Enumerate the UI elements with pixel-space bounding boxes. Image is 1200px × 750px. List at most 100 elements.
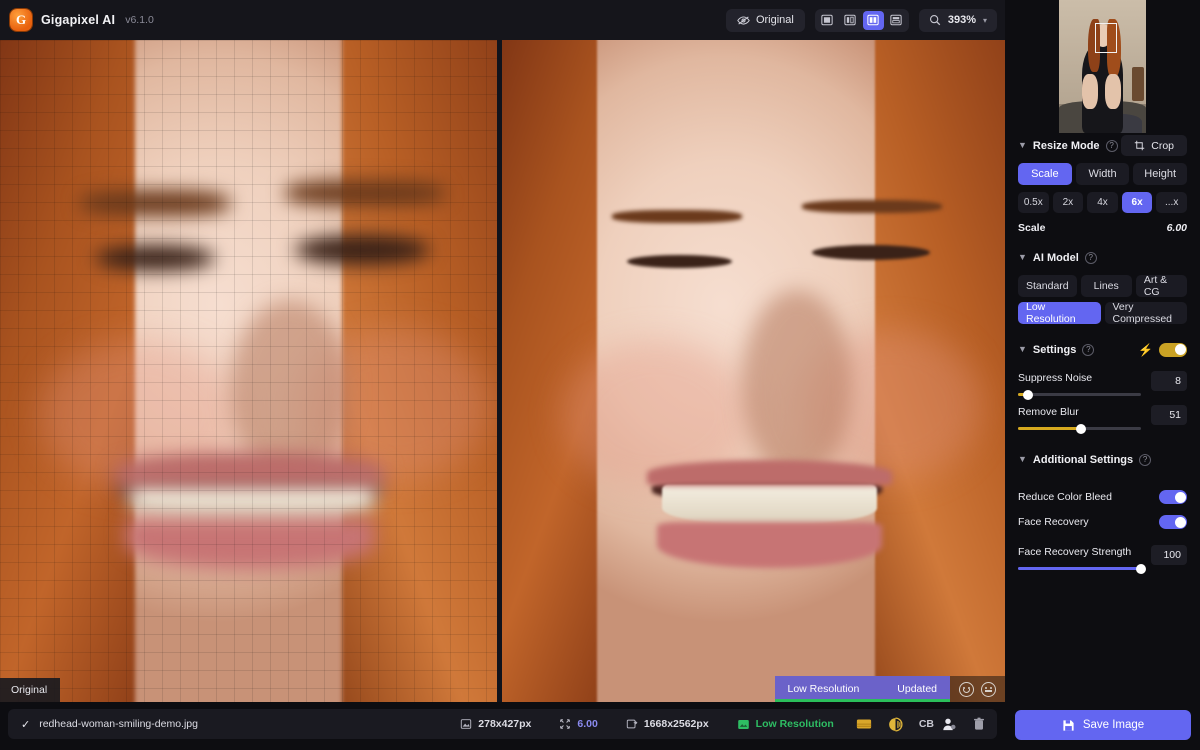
help-icon[interactable]: ? (1084, 251, 1097, 264)
chevron-down-icon[interactable]: ▼ (1018, 345, 1027, 354)
color-swatch-icon[interactable] (848, 717, 880, 731)
view-mode-split-vertical[interactable] (840, 11, 861, 30)
image-thumbnail (1059, 0, 1146, 133)
smiley-face-icon[interactable] (959, 681, 974, 697)
model-low-resolution[interactable]: Low Resolution (1018, 301, 1101, 325)
view-mode-split-horizontal[interactable] (886, 11, 907, 30)
model-item: Low Resolution (723, 718, 848, 731)
ai-model-header: ▼ AI Model ? (1018, 245, 1187, 270)
zoom-control[interactable]: 393% ▾ (918, 8, 997, 32)
settings-header: ▼ Settings ? ⚡ (1018, 337, 1187, 362)
face-recovery-toggle[interactable] (1159, 515, 1187, 529)
suppress-noise-slider[interactable] (1018, 389, 1141, 400)
scale-preset-6x[interactable]: 6x (1121, 192, 1153, 213)
remove-blur-slider[interactable] (1018, 423, 1141, 434)
split-horizontal-icon (890, 14, 903, 26)
source-size-label: 278x427px (478, 718, 532, 730)
check-icon: ✓ (21, 718, 31, 731)
model-standard[interactable]: Standard (1018, 275, 1077, 297)
crop-button[interactable]: Crop (1121, 135, 1187, 156)
toolbar-controls: Original 393% ▾ (725, 0, 997, 40)
contrast-split-icon[interactable] (880, 716, 911, 732)
save-image-button[interactable]: Save Image (1015, 710, 1191, 740)
original-toggle-button[interactable]: Original (725, 8, 805, 32)
model-lines[interactable]: Lines (1080, 275, 1132, 297)
resize-mode-section: ▼ Resize Mode ? Crop Scale Width Height (1005, 133, 1200, 234)
model-chip-icon (737, 719, 749, 729)
original-face-image (0, 40, 497, 702)
resize-mode-title: Resize Mode (1032, 139, 1100, 152)
single-pane-icon (821, 14, 834, 26)
remove-blur-label: Remove Blur (1018, 406, 1079, 418)
remove-blur-value[interactable]: 51 (1151, 405, 1187, 425)
save-disk-icon (1063, 719, 1074, 731)
auto-settings-toggle[interactable] (1159, 342, 1187, 357)
image-comparison-viewport[interactable]: Original Low Resolution Updated (0, 40, 1005, 702)
reduce-color-bleed-toggle[interactable] (1159, 490, 1187, 504)
suppress-noise-value[interactable]: 8 (1151, 371, 1187, 391)
tab-height[interactable]: Height (1133, 163, 1188, 185)
settings-sidebar: ▼ Resize Mode ? Crop Scale Width Height (1005, 0, 1200, 750)
tab-scale[interactable]: Scale (1018, 163, 1072, 185)
reduce-color-bleed-label: Reduce Color Bleed (1018, 491, 1112, 503)
model-name-label: Low Resolution (755, 718, 834, 730)
remove-blur-control: Remove Blur 51 (1018, 405, 1187, 434)
scale-preset-4x[interactable]: 4x (1087, 192, 1118, 213)
image-size-icon (461, 719, 472, 729)
status-metrics: 278x427px 6.00 1668x2562px Low Resolutio… (446, 716, 997, 732)
model-status-badge: Low Resolution Updated (774, 676, 950, 702)
help-icon[interactable]: ? (1105, 139, 1118, 152)
original-button-label: Original (755, 14, 794, 26)
view-mode-single[interactable] (817, 11, 838, 30)
resize-mode-header: ▼ Resize Mode ? Crop (1018, 133, 1187, 158)
scale-preset-0-5x[interactable]: 0.5x (1018, 192, 1049, 213)
chevron-down-icon[interactable]: ▼ (1018, 253, 1027, 262)
tab-width[interactable]: Width (1075, 163, 1130, 185)
original-image-pane[interactable]: Original (0, 40, 497, 702)
trash-icon[interactable] (965, 717, 997, 731)
neutral-face-icon[interactable] (981, 681, 996, 697)
help-icon[interactable]: ? (1082, 343, 1095, 356)
output-size-item: 1668x2562px (612, 718, 723, 730)
app-version: v6.1.0 (125, 14, 154, 26)
scale-preset-custom[interactable]: ...x (1156, 192, 1187, 213)
settings-section: ▼ Settings ? ⚡ Suppress Noise 8 Remove B… (1005, 337, 1200, 434)
suppress-noise-label: Suppress Noise (1018, 372, 1093, 384)
pane-divider[interactable] (497, 40, 502, 702)
help-icon[interactable]: ? (1139, 453, 1152, 466)
file-entry[interactable]: ✓ redhead-woman-smiling-demo.jpg (8, 718, 198, 731)
magnifier-icon (929, 14, 941, 26)
chevron-down-icon[interactable]: ▼ (1018, 141, 1027, 150)
additional-settings-header: ▼ Additional Settings ? (1018, 447, 1187, 472)
badge-model-label: Low Resolution (787, 683, 860, 695)
ai-model-row-1: Standard Lines Art & CG (1018, 274, 1187, 298)
face-person-icon[interactable] (938, 717, 965, 732)
crop-button-label: Crop (1151, 139, 1174, 152)
filename-label: redhead-woman-smiling-demo.jpg (39, 718, 198, 730)
cb-label[interactable]: CB (911, 718, 938, 730)
side-by-side-icon (867, 14, 880, 26)
scale-value: 6.00 (1166, 222, 1187, 234)
bottom-status-bar: ✓ redhead-woman-smiling-demo.jpg 278x427… (0, 702, 1005, 750)
face-recovery-strength-slider[interactable] (1018, 563, 1146, 574)
chevron-down-icon[interactable]: ▼ (1018, 455, 1027, 464)
model-very-compressed[interactable]: Very Compressed (1104, 301, 1187, 325)
image-thumbnail-preview[interactable] (1005, 0, 1200, 133)
face-recovery-strength-value[interactable]: 100 (1151, 545, 1187, 565)
viewport-indicator-rect[interactable] (1095, 23, 1117, 53)
model-art-and-cg[interactable]: Art & CG (1135, 274, 1187, 298)
output-size-label: 1668x2562px (643, 718, 709, 730)
chevron-down-icon: ▾ (982, 15, 987, 25)
eye-slash-icon (737, 15, 750, 25)
enhanced-image-pane[interactable]: Low Resolution Updated (502, 40, 1005, 702)
view-mode-side-by-side[interactable] (862, 10, 884, 30)
crop-icon (1135, 140, 1145, 151)
zoom-level-label: 393% (947, 14, 976, 26)
status-bar-inner: ✓ redhead-woman-smiling-demo.jpg 278x427… (8, 709, 997, 739)
enhanced-face-image (502, 40, 1005, 702)
suppress-noise-control: Suppress Noise 8 (1018, 371, 1187, 400)
scale-preset-2x[interactable]: 2x (1052, 192, 1084, 213)
original-pane-label: Original (0, 678, 61, 702)
save-image-label: Save Image (1082, 719, 1145, 731)
scale-preset-group: 0.5x 2x 4x 6x ...x (1018, 192, 1187, 213)
